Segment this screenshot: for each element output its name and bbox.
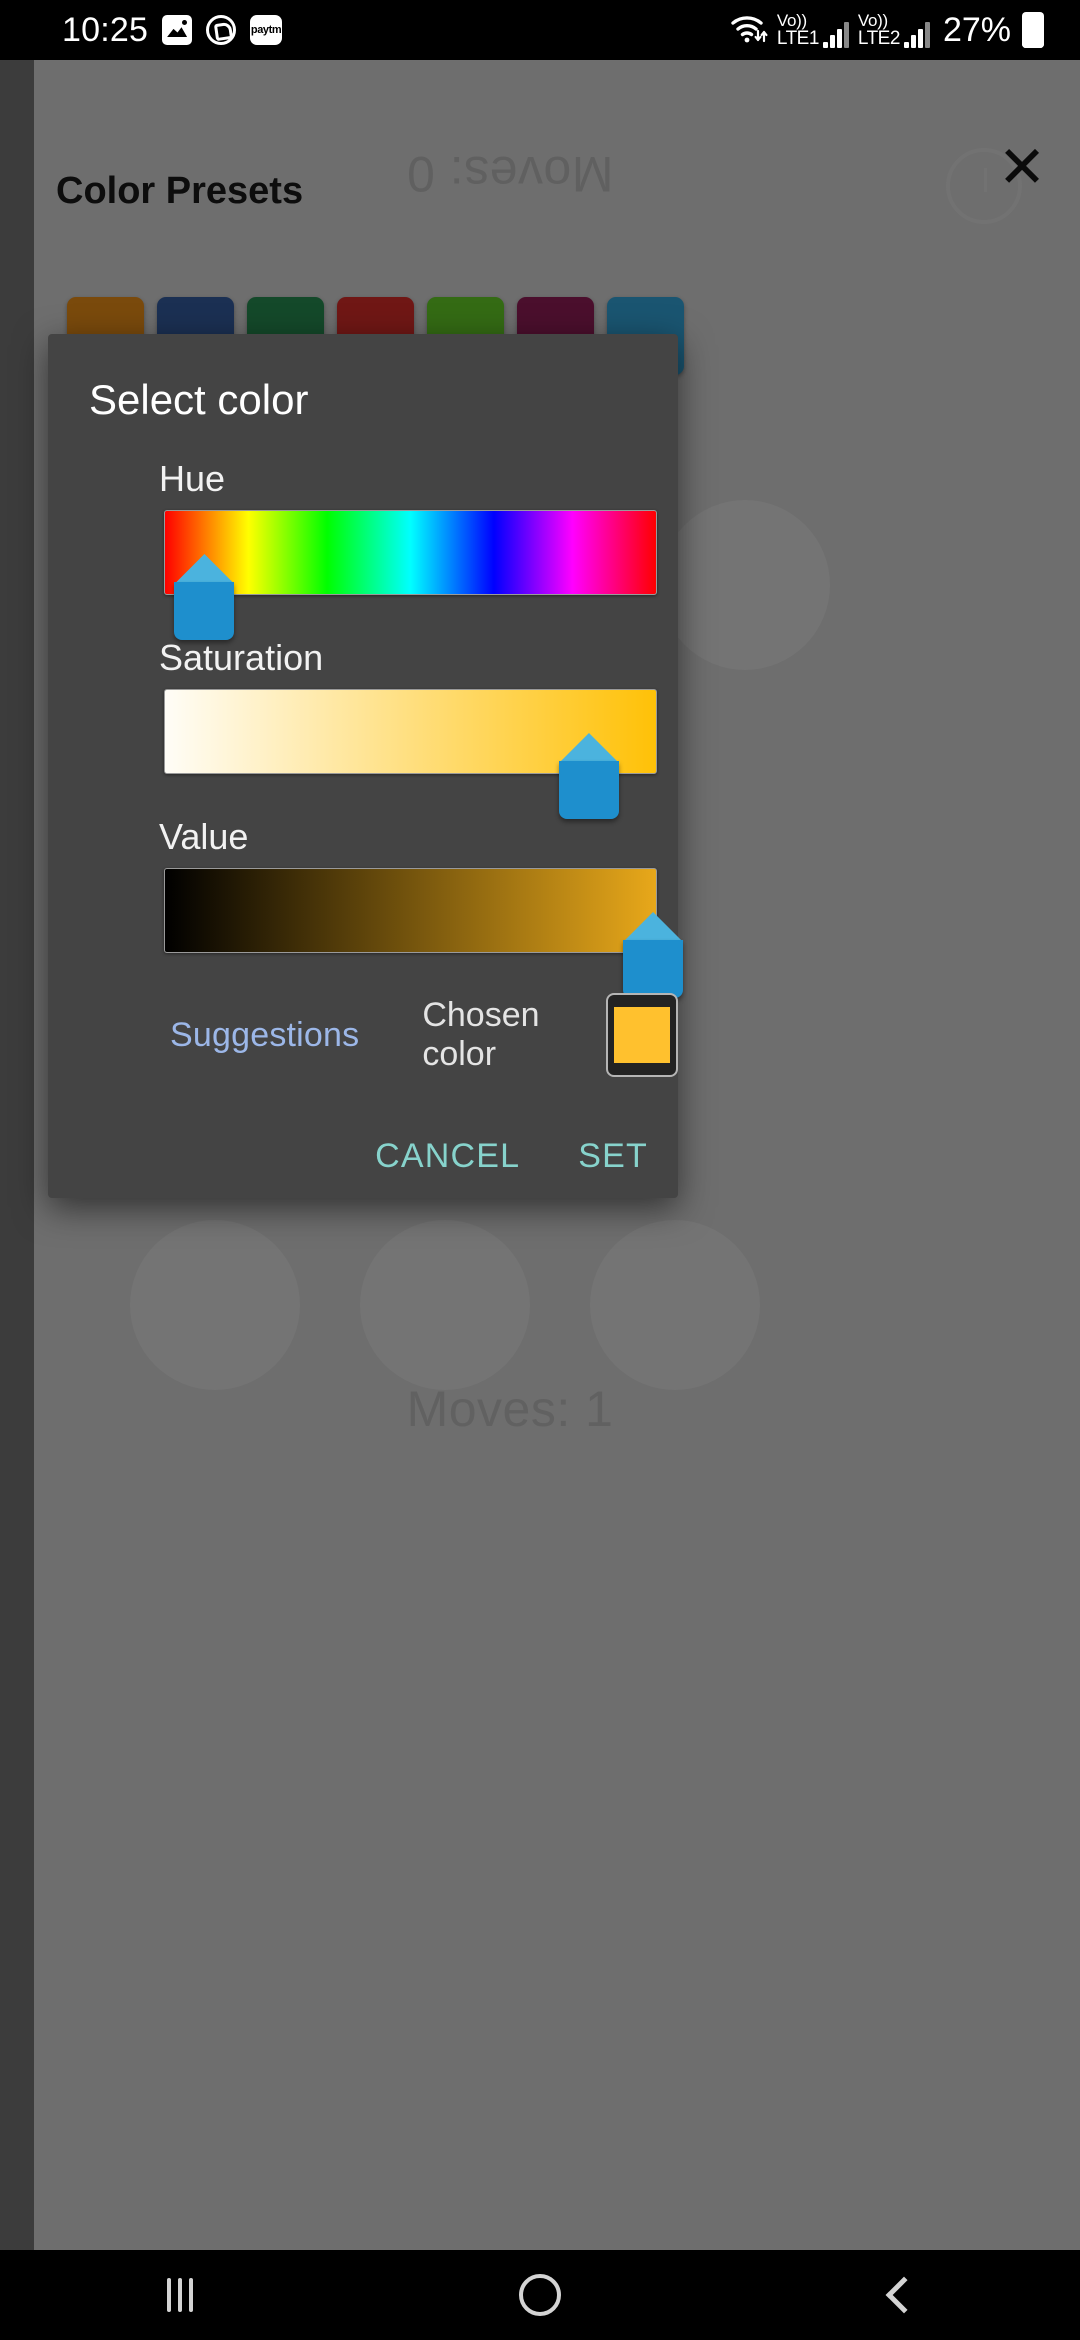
hue-slider-track[interactable] [164,510,657,640]
paytm-icon: paytm [250,15,283,45]
dialog-title: Select color [89,376,309,423]
ghost-circle [130,1220,300,1390]
recents-icon [167,2278,193,2312]
moves-counter-top: Moves: 0 [406,146,614,202]
sim2-volte-label: Vo)) [857,11,888,30]
saturation-slider-track[interactable] [164,689,657,819]
hue-slider-thumb[interactable] [174,554,235,640]
chosen-color-label: Chosen color [422,996,540,1073]
back-button[interactable] [840,2250,960,2340]
sim1-signal: Vo)) LTE1 [777,12,849,48]
status-bar-left: 10:25 paytm [62,10,283,50]
value-slider-thumb[interactable] [623,912,684,998]
sim1-volte-label: Vo)) [776,11,807,30]
hue-slider-label: Hue [159,458,226,499]
ghost-circle [660,500,830,670]
back-icon [885,2276,923,2314]
page-title: Color Presets [56,170,304,212]
recents-button[interactable] [120,2250,240,2340]
sim2-network-label: LTE2 [857,28,901,49]
status-bar-clock: 10:25 [62,10,149,49]
sim2-signal: Vo)) LTE2 [858,12,930,48]
select-color-dialog: Select color Hue Saturation Value Sugges… [48,334,684,1198]
home-button[interactable] [480,2250,600,2340]
close-icon[interactable]: ✕ [986,132,1058,204]
value-slider-track[interactable] [164,868,684,998]
chosen-color-fill [614,1007,671,1063]
chosen-color-swatch[interactable] [606,993,678,1077]
dialog-bottom-row: Suggestions Chosen color [48,987,678,1083]
suggestions-button[interactable]: Suggestions [170,1016,359,1055]
dialog-actions: CANCEL SET [375,1137,648,1176]
ghost-circle [360,1220,530,1390]
hue-slider-group: Hue [48,458,678,640]
saturation-slider-thumb[interactable] [558,733,619,819]
battery-percent-label: 27% [942,10,1011,49]
value-slider-group: Value [48,816,684,998]
wifi-icon [730,12,768,49]
battery-icon [1022,12,1044,48]
sim1-network-label: LTE1 [776,28,820,49]
whatsapp-icon [206,15,237,45]
cancel-button[interactable]: CANCEL [375,1137,520,1176]
status-bar-right: Vo)) LTE1 Vo)) LTE2 27% [730,11,1044,50]
saturation-slider-group: Saturation [48,637,678,819]
sim1-signal-bars [822,22,849,48]
moves-counter-bottom: Moves: 1 [406,1381,614,1437]
navigation-bar [0,2250,1080,2340]
value-slider-label: Value [159,816,249,857]
sim2-signal-bars [903,22,930,48]
saturation-slider-label: Saturation [159,637,324,678]
set-button[interactable]: SET [578,1137,648,1176]
photos-icon [162,15,193,45]
status-bar: 10:25 paytm Vo)) LTE1 Vo)) LTE2 27% [0,0,1080,60]
ghost-circle [590,1220,760,1390]
home-icon [519,2274,561,2316]
